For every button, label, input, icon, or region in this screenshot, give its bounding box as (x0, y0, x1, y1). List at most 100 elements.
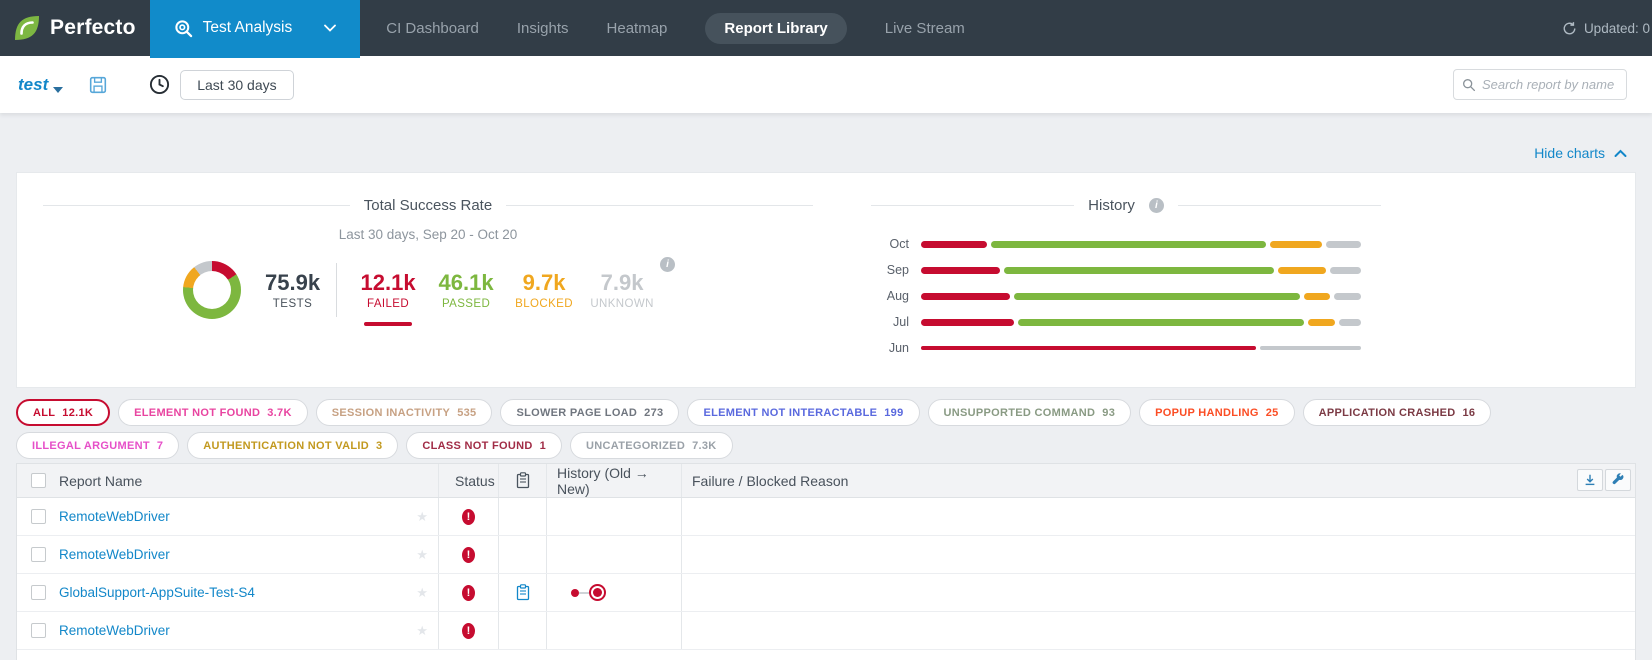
filter-pill-slower-page-load[interactable]: SLOWER PAGE LOAD273 (500, 399, 679, 426)
history-row: Aug (871, 289, 1381, 303)
export-download-button[interactable] (1577, 469, 1603, 491)
failed-status-icon[interactable] (462, 623, 475, 639)
stat-passed[interactable]: 46.1k PASSED (427, 270, 505, 310)
filter-pill-unsupported-command[interactable]: UNSUPPORTED COMMAND93 (928, 399, 1132, 426)
history-month-label: Aug (871, 289, 909, 303)
row-checkbox[interactable] (31, 585, 46, 600)
info-icon[interactable] (660, 257, 675, 272)
toolbar: test Last 30 days (0, 56, 1652, 113)
product-tab-label: Test Analysis (203, 19, 293, 37)
history-connector (579, 592, 589, 594)
product-tab-test-analysis[interactable]: Test Analysis (150, 0, 361, 58)
nav-item-report-library[interactable]: Report Library (705, 13, 846, 44)
history-bar-blocked (1270, 241, 1322, 248)
history-row: Jun (871, 341, 1381, 355)
failed-status-icon[interactable] (462, 509, 475, 525)
column-history: History (Old → New) (557, 465, 681, 497)
wrench-icon (1611, 473, 1625, 487)
failed-status-icon[interactable] (462, 547, 475, 563)
history-bar-passed (1004, 267, 1275, 274)
failed-status-icon[interactable] (462, 585, 475, 601)
stat-failed[interactable]: 12.1k FAILED (349, 270, 427, 310)
perfecto-brand[interactable]: Perfecto (0, 13, 150, 43)
history-trend-dots[interactable] (571, 584, 606, 601)
chevron-up-icon (1614, 149, 1627, 158)
favorite-star-icon[interactable] (416, 509, 428, 525)
column-report-name: Report Name (59, 473, 142, 489)
total-success-rate-section: Total Success Rate Last 30 days, Sep 20 … (43, 197, 813, 242)
info-icon[interactable] (1149, 198, 1164, 213)
stat-blocked[interactable]: 9.7k BLOCKED (505, 270, 583, 310)
history-month-label: Sep (871, 263, 909, 277)
history-chart: OctSepAugJulJun (871, 237, 1381, 355)
filter-pill-session-inactivity[interactable]: SESSION INACTIVITY535 (316, 399, 493, 426)
view-selector[interactable]: test (18, 75, 63, 95)
report-name-link[interactable]: RemoteWebDriver (59, 547, 170, 562)
row-checkbox[interactable] (31, 547, 46, 562)
total-tests-label: TESTS (265, 298, 320, 310)
history-old-failed-dot (571, 589, 579, 597)
brand-name: Perfecto (50, 16, 136, 40)
nav-item-insights[interactable]: Insights (517, 20, 569, 37)
filter-pill-class-not-found[interactable]: CLASS NOT FOUND1 (406, 432, 562, 459)
filter-pill-popup-handling[interactable]: POPUP HANDLING25 (1139, 399, 1294, 426)
favorite-star-icon[interactable] (416, 585, 428, 601)
download-icon (1583, 473, 1597, 487)
report-name-link[interactable]: RemoteWebDriver (59, 509, 170, 524)
history-bar-failed (921, 267, 1000, 274)
history-title: History (871, 197, 1381, 214)
table-row[interactable]: RemoteWebDriver (17, 536, 1635, 574)
donut-hole (193, 271, 231, 309)
report-name-link[interactable]: GlobalSupport-AppSuite-Test-S4 (59, 585, 255, 600)
history-row: Oct (871, 237, 1381, 251)
artifacts-column-clipboard-icon (516, 472, 530, 489)
filter-pill-uncategorized[interactable]: UNCATEGORIZED7.3K (570, 432, 732, 459)
history-month-label: Oct (871, 237, 909, 251)
filter-pill-illegal-argument[interactable]: ILLEGAL ARGUMENT7 (16, 432, 179, 459)
nav-item-live-stream[interactable]: Live Stream (885, 20, 965, 37)
nav-item-ci-dashboard[interactable]: CI Dashboard (386, 20, 479, 37)
total-tests-value: 75.9k (265, 270, 320, 296)
report-search (1453, 69, 1627, 100)
stat-unknown[interactable]: 7.9k UNKNOWN (583, 270, 661, 310)
history-bar-failed (921, 319, 1014, 326)
success-donut-chart[interactable] (183, 261, 241, 319)
save-icon (89, 76, 107, 94)
updated-status: Updated: 0 (1562, 0, 1650, 56)
hide-charts-toggle[interactable]: Hide charts (1534, 145, 1627, 161)
filter-pill-element-not-interactable[interactable]: ELEMENT NOT INTERACTABLE199 (687, 399, 919, 426)
history-bar-unknown (1330, 267, 1361, 274)
report-name-link[interactable]: RemoteWebDriver (59, 623, 170, 638)
selected-stat-underline (364, 322, 412, 326)
row-checkbox[interactable] (31, 509, 46, 524)
refresh-icon[interactable] (1562, 21, 1577, 36)
column-failure-reason: Failure / Blocked Reason (692, 473, 848, 489)
history-bar-blocked (1308, 319, 1334, 326)
select-all-checkbox[interactable] (31, 473, 46, 488)
history-bar-unknown (1339, 319, 1361, 326)
artifact-clipboard-icon[interactable] (516, 584, 530, 601)
perfecto-logo-icon (12, 13, 42, 43)
table-row[interactable]: GlobalSupport-AppSuite-Test-S4 (17, 574, 1635, 612)
filter-pill-authentication-not-valid[interactable]: AUTHENTICATION NOT VALID3 (187, 432, 398, 459)
favorite-star-icon[interactable] (416, 623, 428, 639)
filter-pill-all[interactable]: ALL12.1K (16, 399, 110, 426)
history-bar-failed (921, 241, 987, 248)
filter-pill-element-not-found[interactable]: ELEMENT NOT FOUND3.7K (118, 399, 308, 426)
table-row[interactable]: RemoteWebDriver (17, 498, 1635, 536)
filter-pill-application-crashed[interactable]: APPLICATION CRASHED16 (1303, 399, 1492, 426)
date-range-button[interactable]: Last 30 days (180, 70, 293, 100)
status-stats: 12.1k FAILED 46.1k PASSED 9.7k BLOCKED 7… (349, 270, 661, 310)
report-table: Report Name Status History (Old → New) F… (16, 463, 1636, 660)
time-range-button[interactable] (149, 74, 170, 95)
table-row[interactable]: RemoteWebDriver (17, 612, 1635, 650)
table-header: Report Name Status History (Old → New) F… (17, 464, 1635, 498)
search-input[interactable] (1482, 77, 1618, 92)
favorite-star-icon[interactable] (416, 547, 428, 563)
save-view-button[interactable] (89, 76, 107, 94)
history-bar-passed (991, 241, 1266, 248)
nav-item-heatmap[interactable]: Heatmap (607, 20, 668, 37)
table-settings-button[interactable] (1605, 469, 1631, 491)
row-checkbox[interactable] (31, 623, 46, 638)
hide-charts-label: Hide charts (1534, 145, 1605, 161)
